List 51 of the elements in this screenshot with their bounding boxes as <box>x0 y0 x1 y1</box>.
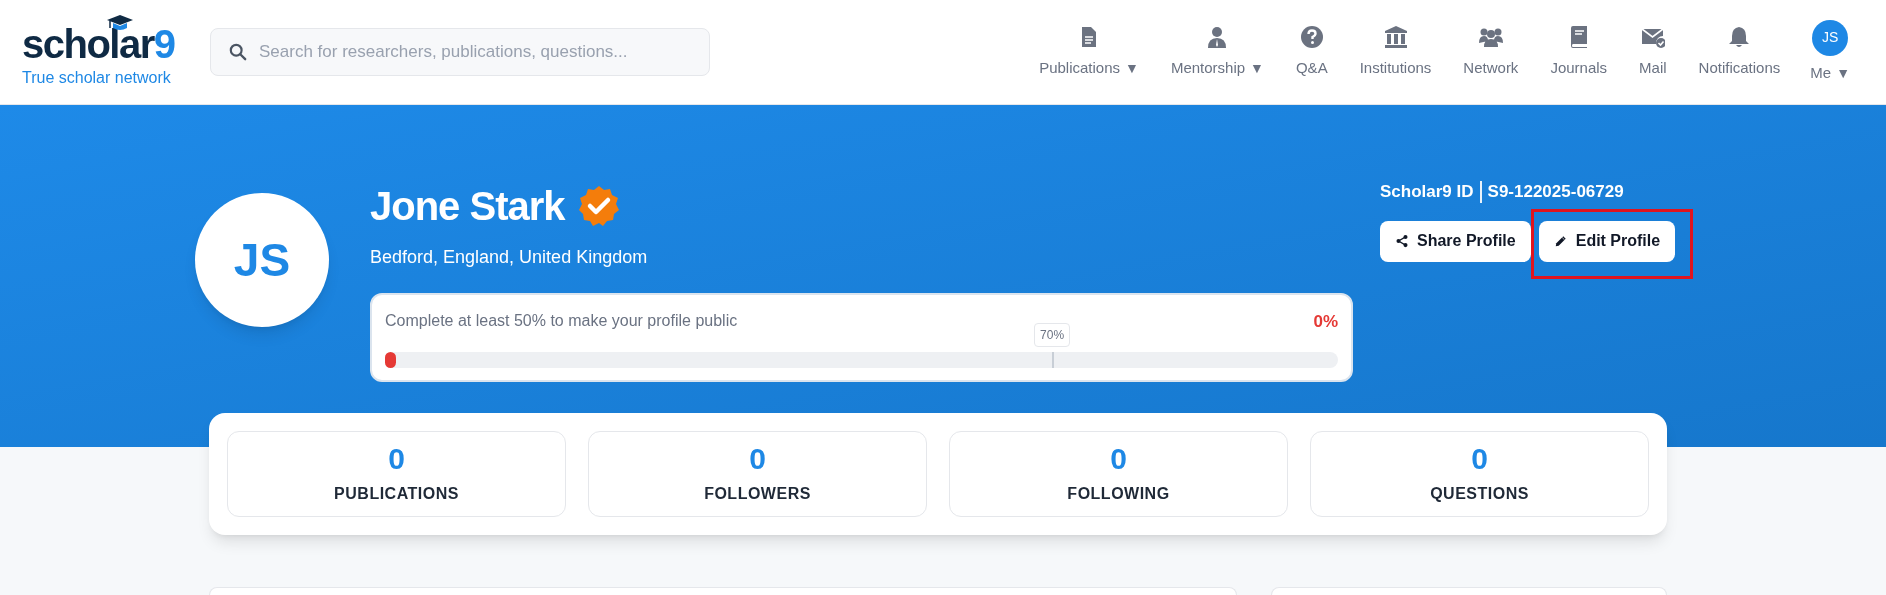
nav-item[interactable]: Network <box>1447 0 1535 104</box>
id-label: Scholar9 ID <box>1380 181 1474 203</box>
pencil-icon <box>1553 234 1568 248</box>
target-marker <box>1052 351 1055 368</box>
nav-item[interactable]: Institutions <box>1343 0 1448 104</box>
question-icon <box>1299 24 1324 49</box>
nav-label: Network <box>1463 57 1519 78</box>
search-icon <box>229 43 247 61</box>
logo[interactable]: scholar9 <box>22 14 192 64</box>
nav-item[interactable]: Q&A <box>1279 0 1344 104</box>
nav-item[interactable]: Journals <box>1534 0 1624 104</box>
nav-item[interactable]: Mail <box>1623 0 1683 104</box>
avatar: JS <box>195 193 329 327</box>
stat-label: FOLLOWERS <box>704 484 811 504</box>
nav-label: Institutions <box>1359 57 1432 78</box>
search-field[interactable]: Search for researchers, publications, questions... <box>259 39 691 65</box>
stat-label: FOLLOWING <box>1067 484 1170 504</box>
user-avatar: JS <box>1812 19 1849 56</box>
stat-value: 0 <box>1110 442 1127 476</box>
stat-value: 0 <box>1471 442 1488 476</box>
share-profile-button[interactable]: Share Profile <box>1380 220 1531 262</box>
share-icon <box>1395 234 1409 248</box>
completion-message: Complete at least 50% to make your profile public <box>385 311 738 331</box>
nav-item[interactable]: Publications ▼ <box>1023 0 1155 104</box>
edit-profile-button[interactable]: Edit Profile <box>1538 220 1676 262</box>
nav-item[interactable]: JS Me ▼ <box>1796 0 1864 104</box>
profile-name: Jone Stark <box>370 183 565 230</box>
nav-item[interactable]: Mentorship ▼ <box>1154 0 1280 104</box>
nav-label: Mail <box>1639 57 1667 78</box>
id-value: S9-122025-06729 <box>1487 181 1624 203</box>
nav-label: Q&A <box>1295 57 1328 78</box>
nav-label: Journals <box>1550 57 1608 78</box>
caret-icon: ▼ <box>1250 57 1264 79</box>
bell-icon <box>1727 24 1752 49</box>
stat-label: QUESTIONS <box>1430 484 1529 504</box>
nav-label: Me <box>1810 62 1832 83</box>
nav-label: Mentorship <box>1170 57 1246 78</box>
nav-label: Notifications <box>1698 57 1781 78</box>
stat-value: 0 <box>388 442 405 476</box>
bank-icon <box>1383 24 1408 49</box>
stat-label: PUBLICATIONS <box>334 484 459 504</box>
location-text: Bedford, England, United Kingdom <box>370 246 649 269</box>
nav-item[interactable]: Notifications <box>1682 0 1797 104</box>
caret-icon: ▼ <box>1125 57 1139 79</box>
tagline: True scholar network <box>22 68 172 88</box>
caret-icon: ▼ <box>1836 62 1850 84</box>
stat-value: 0 <box>749 442 766 476</box>
search-bar[interactable]: Search for researchers, publications, questions... <box>210 28 710 76</box>
nav-label: Publications <box>1039 57 1121 78</box>
target-label: 70% <box>1034 322 1071 347</box>
completion-percent: 0% <box>1313 311 1338 333</box>
